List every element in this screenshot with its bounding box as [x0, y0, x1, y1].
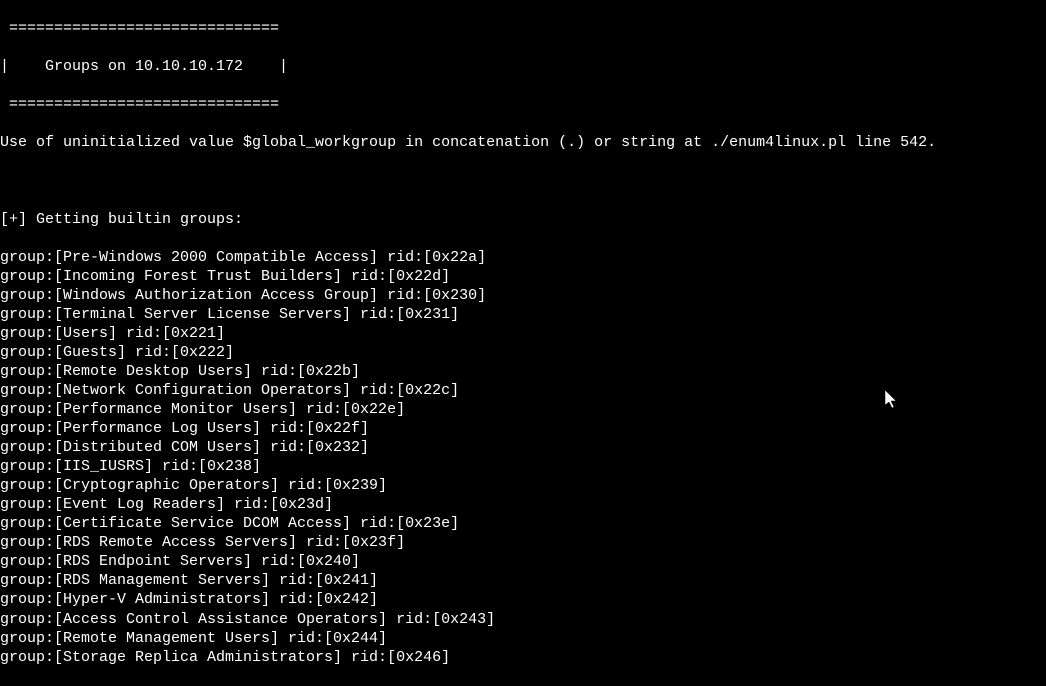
group-entry: group:[Users] rid:[0x221] [0, 324, 1046, 343]
group-entry: group:[RDS Management Servers] rid:[0x24… [0, 571, 1046, 590]
group-entry: group:[Pre-Windows 2000 Compatible Acces… [0, 248, 1046, 267]
group-entry: group:[Storage Replica Administrators] r… [0, 648, 1046, 667]
group-entry: group:[Distributed COM Users] rid:[0x232… [0, 438, 1046, 457]
group-entry: group:[Event Log Readers] rid:[0x23d] [0, 495, 1046, 514]
group-entry: group:[Certificate Service DCOM Access] … [0, 514, 1046, 533]
group-entry: group:[Remote Management Users] rid:[0x2… [0, 629, 1046, 648]
group-entry: group:[Hyper-V Administrators] rid:[0x24… [0, 590, 1046, 609]
group-entry: group:[Terminal Server License Servers] … [0, 305, 1046, 324]
section-header: [+] Getting builtin groups: [0, 210, 1046, 229]
header-title: | Groups on 10.10.10.172 | [0, 57, 1046, 76]
groups-list: group:[Pre-Windows 2000 Compatible Acces… [0, 248, 1046, 667]
group-entry: group:[Remote Desktop Users] rid:[0x22b] [0, 362, 1046, 381]
terminal-output[interactable]: ============================== | Groups … [0, 0, 1046, 686]
group-entry: group:[Network Configuration Operators] … [0, 381, 1046, 400]
group-entry: group:[Access Control Assistance Operato… [0, 610, 1046, 629]
group-entry: group:[Cryptographic Operators] rid:[0x2… [0, 476, 1046, 495]
header-separator-bottom: ============================== [0, 95, 1046, 114]
group-entry: group:[Incoming Forest Trust Builders] r… [0, 267, 1046, 286]
blank-line [0, 171, 1046, 190]
group-entry: group:[IIS_IUSRS] rid:[0x238] [0, 457, 1046, 476]
header-separator-top: ============================== [0, 19, 1046, 38]
error-line: Use of uninitialized value $global_workg… [0, 133, 1046, 152]
group-entry: group:[RDS Endpoint Servers] rid:[0x240] [0, 552, 1046, 571]
group-entry: group:[Windows Authorization Access Grou… [0, 286, 1046, 305]
group-entry: group:[Guests] rid:[0x222] [0, 343, 1046, 362]
group-entry: group:[Performance Log Users] rid:[0x22f… [0, 419, 1046, 438]
group-entry: group:[Performance Monitor Users] rid:[0… [0, 400, 1046, 419]
